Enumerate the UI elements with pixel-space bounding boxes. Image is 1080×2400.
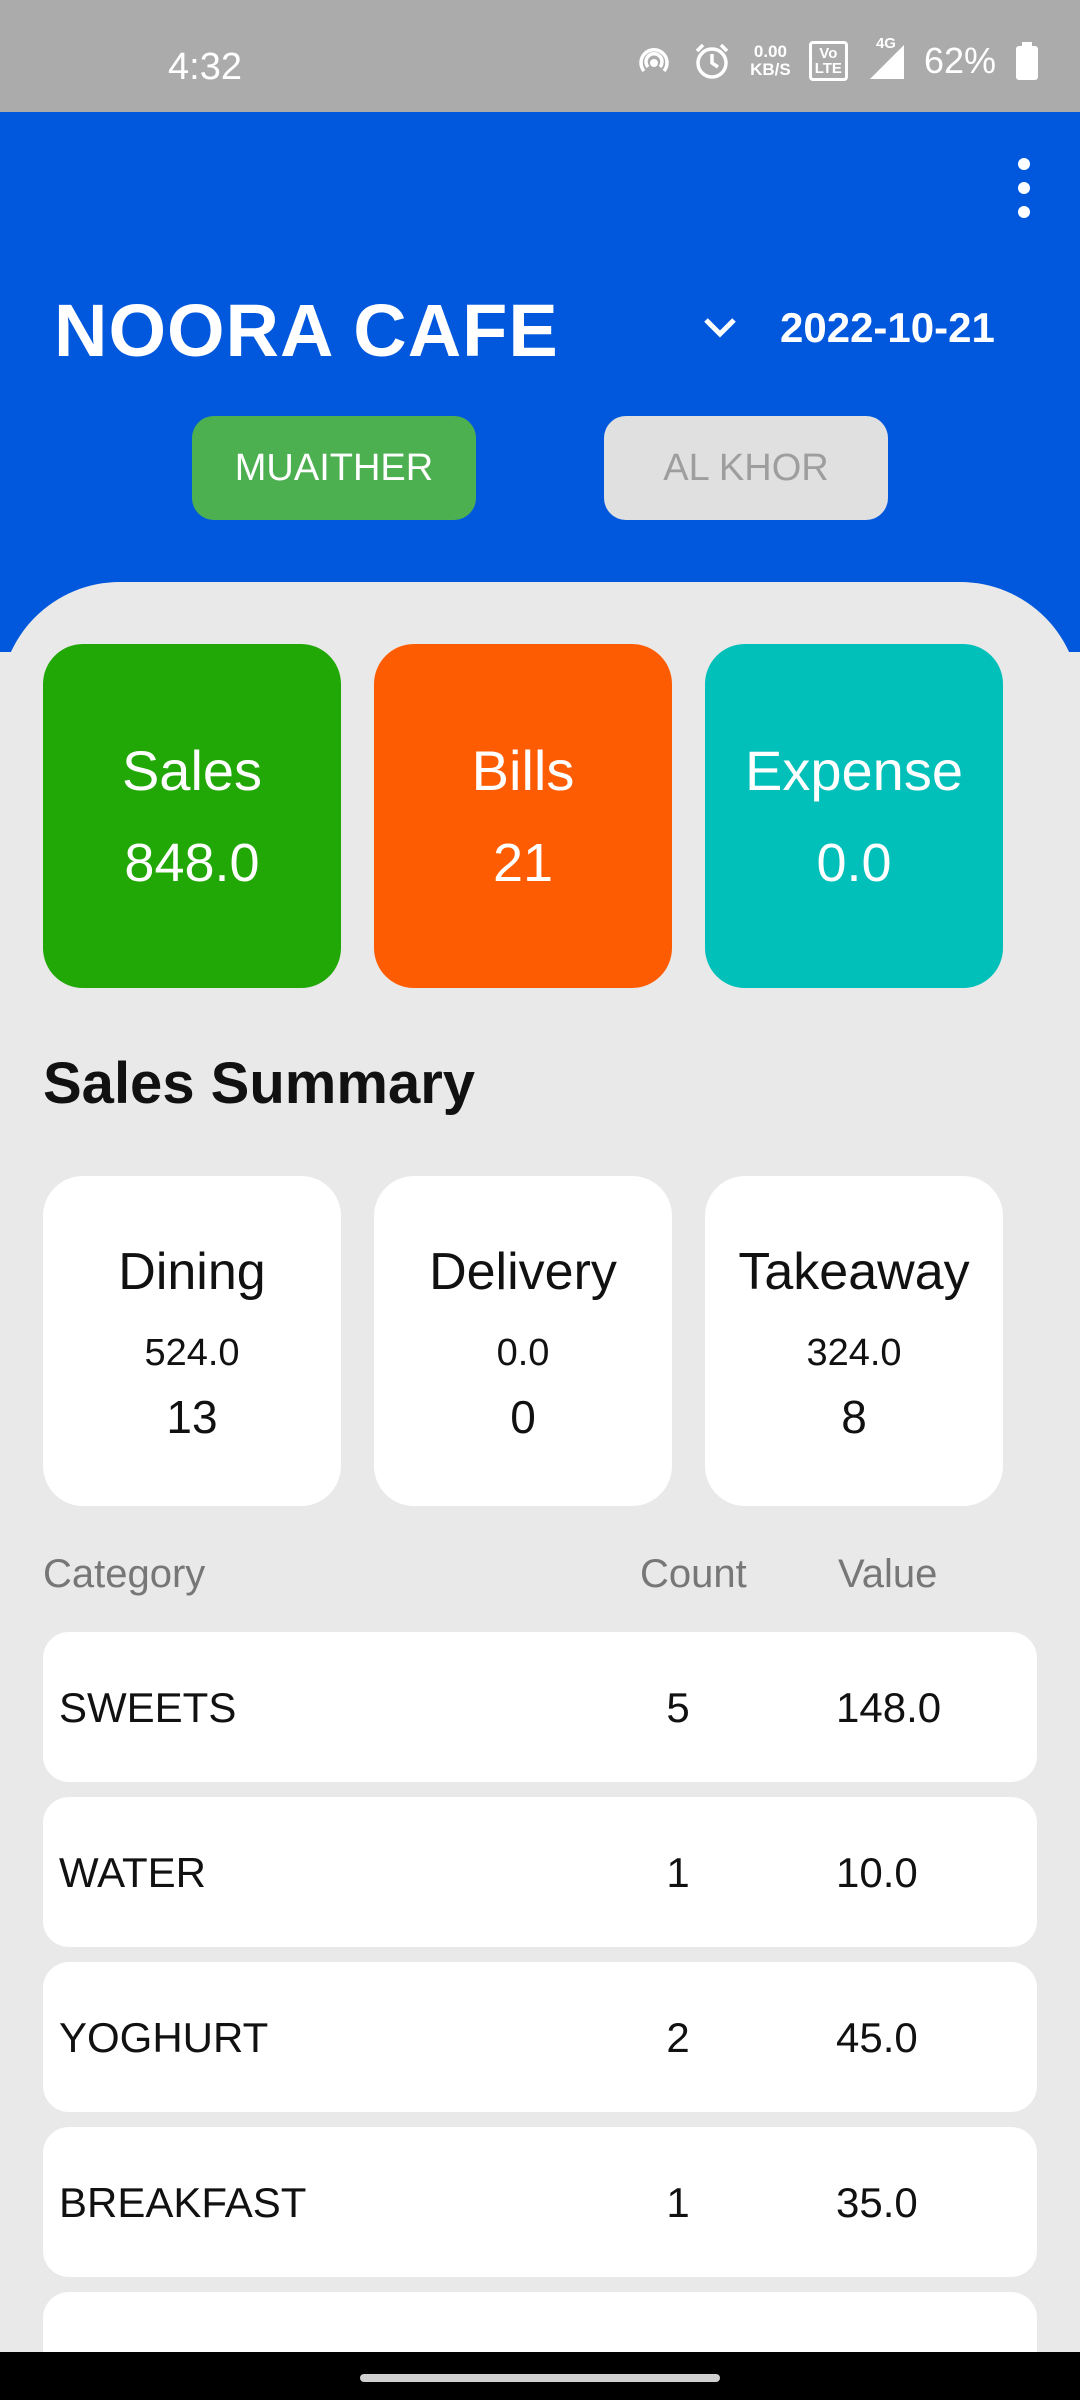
dining-count: 13	[166, 1391, 218, 1443]
row-value: 45.0	[836, 2014, 918, 2061]
row-category: WATER	[59, 1849, 206, 1896]
column-header-category: Category	[43, 1552, 206, 1596]
more-options-icon[interactable]	[1006, 158, 1042, 218]
takeaway-value: 324.0	[806, 1332, 902, 1374]
table-row[interactable]: YOGHURT 2 45.0	[43, 1962, 1037, 2112]
expense-card[interactable]: Expense 0.0	[705, 644, 1003, 988]
sales-value: 848.0	[124, 833, 260, 893]
column-header-value: Value	[838, 1552, 938, 1596]
alarm-icon	[692, 41, 732, 81]
column-header-count: Count	[640, 1552, 747, 1596]
status-time: 4:32	[168, 46, 242, 88]
net-speed-unit: KB/S	[750, 60, 791, 79]
status-icons: 0.00 KB/S Vo LTE 4G 62%	[634, 35, 1040, 82]
branch-button-muaither[interactable]: MUAITHER	[192, 416, 476, 520]
net-speed: 0.00 KB/S	[750, 43, 791, 79]
takeaway-label: Takeaway	[738, 1243, 970, 1301]
home-gesture-handle[interactable]	[360, 2374, 720, 2382]
sales-label: Sales	[121, 739, 263, 802]
network-type: 4G	[875, 35, 896, 52]
volte-top: Vo	[819, 45, 838, 62]
signal-icon: 4G	[866, 35, 906, 81]
row-count: 1	[666, 1849, 690, 1896]
dining-value: 524.0	[144, 1332, 240, 1374]
date-selector[interactable]: 2022-10-21	[780, 304, 995, 352]
bills-label: Bills	[471, 739, 575, 802]
battery-icon	[1014, 41, 1040, 81]
battery-percent: 62%	[923, 40, 996, 81]
volte-icon: Vo LTE	[808, 41, 848, 81]
dining-label: Dining	[118, 1243, 266, 1301]
row-count: 5	[666, 1684, 690, 1731]
volte-bottom: LTE	[814, 60, 842, 77]
dashboard-panel: Sales 848.0 Bills 21 Expense 0.0 Sales S…	[0, 582, 1080, 2352]
app-header: NOORA CAFE 2022-10-21 MUAITHER AL KHOR	[0, 112, 1080, 652]
branch-button-al-khor[interactable]: AL KHOR	[604, 416, 888, 520]
row-count: 2	[666, 2014, 690, 2061]
bills-value: 21	[492, 833, 554, 893]
net-speed-value: 0.00	[753, 42, 787, 61]
row-category: SWEETS	[59, 1684, 237, 1731]
delivery-count: 0	[510, 1391, 536, 1443]
row-value: 148.0	[836, 1684, 942, 1731]
table-row-partial[interactable]	[43, 2292, 1037, 2352]
row-value: 35.0	[836, 2179, 918, 2226]
table-row[interactable]: BREAKFAST 1 35.0	[43, 2127, 1037, 2277]
row-category: BREAKFAST	[59, 2179, 307, 2226]
table-row[interactable]: WATER 1 10.0	[43, 1797, 1037, 1947]
navigation-bar	[0, 2352, 1080, 2400]
status-bar: 4:32 0.00 KB/S Vo LTE 4G 62%	[0, 0, 1080, 112]
takeaway-card[interactable]: Takeaway 324.0 8	[705, 1176, 1003, 1506]
delivery-value: 0.0	[496, 1332, 550, 1374]
row-value: 10.0	[836, 1849, 918, 1896]
chevron-down-icon[interactable]	[700, 308, 740, 348]
delivery-card[interactable]: Delivery 0.0 0	[374, 1176, 672, 1506]
expense-value: 0.0	[816, 833, 892, 893]
delivery-label: Delivery	[429, 1243, 617, 1301]
bills-card[interactable]: Bills 21	[374, 644, 672, 988]
expense-label: Expense	[745, 739, 963, 802]
row-category: YOGHURT	[59, 2014, 269, 2061]
row-count: 1	[666, 2179, 690, 2226]
dining-card[interactable]: Dining 524.0 13	[43, 1176, 341, 1506]
sales-card[interactable]: Sales 848.0	[43, 644, 341, 988]
table-row[interactable]: SWEETS 5 148.0	[43, 1632, 1037, 1782]
hotspot-icon	[634, 41, 674, 81]
takeaway-count: 8	[841, 1391, 867, 1443]
cafe-title: NOORA CAFE	[54, 289, 559, 372]
section-title: Sales Summary	[43, 1051, 476, 1116]
